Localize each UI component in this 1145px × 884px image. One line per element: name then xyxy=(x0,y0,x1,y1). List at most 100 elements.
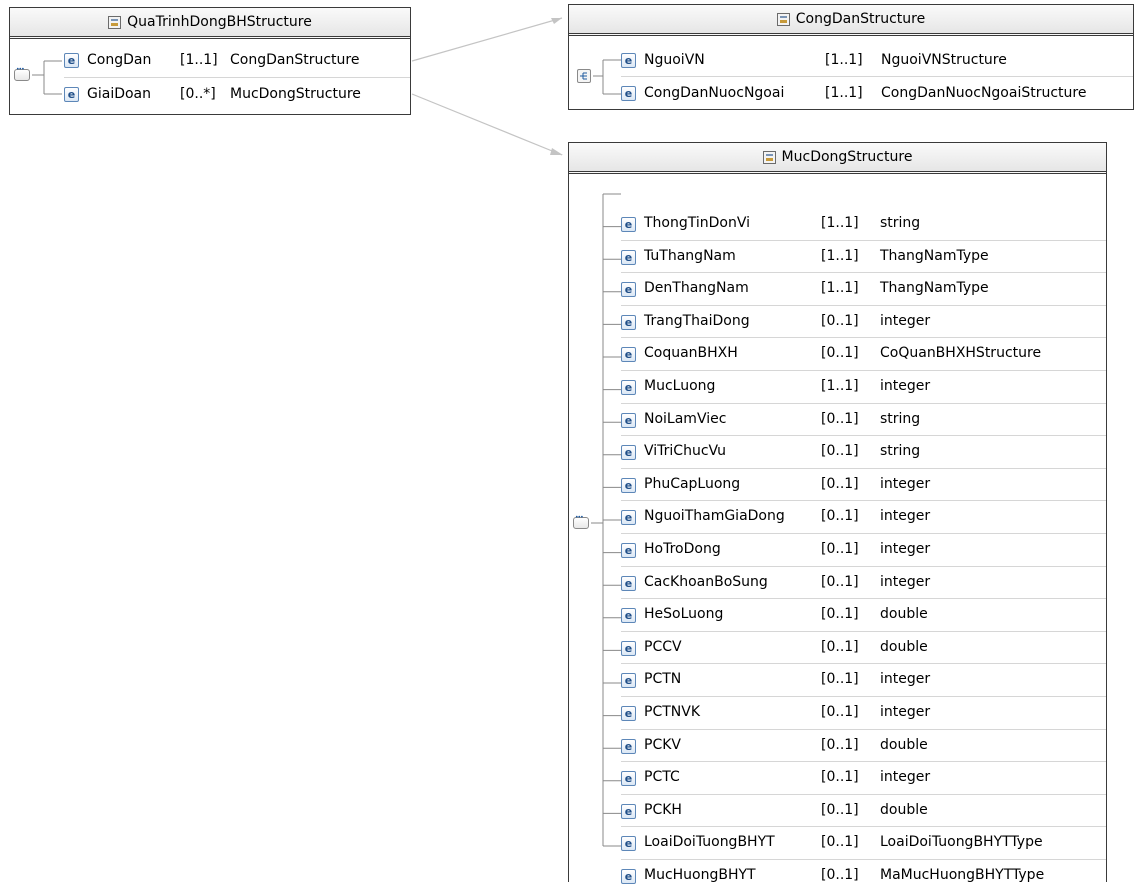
element-cardinality: [0..1] xyxy=(821,312,859,329)
choice-icon[interactable] xyxy=(577,69,591,83)
element-name[interactable]: NguoiThamGiaDong xyxy=(644,508,785,524)
row-divider xyxy=(621,435,1106,437)
element-type: double xyxy=(880,736,928,753)
box-title: CongDanStructure xyxy=(569,5,1133,36)
row-divider xyxy=(621,696,1106,697)
element-cardinality: [0..1] xyxy=(821,443,859,460)
arrow-giaidoan xyxy=(550,148,563,155)
element-type: CongDanStructure xyxy=(230,52,360,68)
link-congdan xyxy=(411,17,563,62)
element-name[interactable]: PCTC xyxy=(644,769,680,785)
qua-trinh-dong-bh-structure-box[interactable]: QuaTrinhDongBHStructure e CongDan [1..1]… xyxy=(9,7,411,115)
sequence-icon[interactable] xyxy=(573,514,589,529)
link-giaidoan xyxy=(411,93,563,156)
row-divider xyxy=(621,467,1106,469)
row-divider xyxy=(621,402,1106,404)
element-type: integer xyxy=(880,704,931,720)
element-cardinality: [0..1] xyxy=(821,573,859,590)
element-type: MucDongStructure xyxy=(230,86,361,102)
element-cardinality: [1..1] xyxy=(821,247,859,264)
row-divider xyxy=(621,239,1106,241)
element-name[interactable]: PCTN xyxy=(644,671,681,687)
element-cardinality: [1..1] xyxy=(821,215,859,231)
element-type: LoaiDoiTuongBHYTType xyxy=(880,834,1043,851)
element-name[interactable]: PCCV xyxy=(644,639,682,655)
element-name[interactable]: CacKhoanBoSung xyxy=(644,574,768,590)
element-type: integer xyxy=(880,475,931,492)
element-icon: e xyxy=(64,87,79,102)
muc-dong-structure-box[interactable]: MucDongStructure e ThongTinDonVi [1..1] str… xyxy=(568,142,1107,884)
element-type: integer xyxy=(880,573,931,590)
element-name[interactable]: ThongTinDonVi xyxy=(644,215,750,231)
element-name[interactable]: TuThangNam xyxy=(644,248,736,264)
row-divider xyxy=(621,826,1106,828)
element-type: double xyxy=(880,801,928,818)
element-name[interactable]: CongDan xyxy=(87,52,151,68)
element-cardinality: [1..1] xyxy=(825,85,863,101)
element-type: string xyxy=(880,410,921,427)
row-divider xyxy=(621,370,1106,371)
element-name[interactable]: MucHuongBHYT xyxy=(644,867,756,883)
element-cardinality: [0..1] xyxy=(821,345,859,362)
element-type: integer xyxy=(880,312,931,329)
element-name[interactable]: LoaiDoiTuongBHYT xyxy=(644,834,775,850)
element-type: double xyxy=(880,606,928,623)
element-cardinality: [1..1] xyxy=(821,378,859,394)
structure-title: MucDongStructure xyxy=(781,149,913,165)
complex-type-icon xyxy=(762,150,776,164)
choice-glyph xyxy=(580,72,587,80)
element-cardinality: [0..1] xyxy=(821,410,859,427)
element-type: ThangNamType xyxy=(880,247,989,264)
box-title: MucDongStructure xyxy=(569,143,1106,174)
element-icon: e xyxy=(64,53,79,68)
row-divider xyxy=(621,793,1106,795)
box-title: QuaTrinhDongBHStructure xyxy=(10,8,410,39)
element-name[interactable]: DenThangNam xyxy=(644,280,749,296)
element-cardinality: [0..1] xyxy=(821,834,859,851)
element-name[interactable]: TrangThaiDong xyxy=(644,313,750,329)
complex-type-icon xyxy=(776,12,790,26)
element-icon: e xyxy=(621,86,636,101)
cong-dan-structure-box[interactable]: CongDanStructure e NguoiVN [1..1] NguoiV… xyxy=(568,4,1134,110)
element-cardinality: [1..1] xyxy=(180,52,218,68)
tree-lines xyxy=(591,193,621,847)
element-name[interactable]: NoiLamViec xyxy=(644,411,726,427)
element-name[interactable]: CongDanNuocNgoai xyxy=(644,85,784,101)
element-name[interactable]: PCTNVK xyxy=(644,704,700,720)
element-name[interactable]: MucLuong xyxy=(644,378,715,394)
element-cardinality: [0..1] xyxy=(821,867,859,883)
row-divider xyxy=(621,304,1106,306)
element-name[interactable]: HeSoLuong xyxy=(644,606,723,622)
element-type: integer xyxy=(880,541,931,557)
element-type: ThangNamType xyxy=(880,280,989,297)
row-divider xyxy=(621,272,1106,274)
element-type: string xyxy=(880,443,921,460)
row-divider xyxy=(64,77,410,78)
element-cardinality: [0..1] xyxy=(821,736,859,753)
row-divider xyxy=(621,728,1106,730)
row-divider xyxy=(621,859,1106,860)
structure-title: CongDanStructure xyxy=(795,11,926,27)
row-divider xyxy=(621,630,1106,632)
element-cardinality: [0..1] xyxy=(821,704,859,720)
element-name[interactable]: GiaiDoan xyxy=(87,86,151,102)
element-name[interactable]: PCKV xyxy=(644,737,681,753)
element-icon: e xyxy=(621,53,636,68)
element-type: CoQuanBHXHStructure xyxy=(880,345,1042,362)
sequence-icon[interactable] xyxy=(14,66,30,81)
element-cardinality: [0..1] xyxy=(821,606,859,623)
row-divider xyxy=(621,500,1106,502)
element-type: integer xyxy=(880,508,931,525)
element-name[interactable]: PCKH xyxy=(644,802,682,818)
element-name[interactable]: NguoiVN xyxy=(644,52,705,68)
element-type: string xyxy=(880,215,921,231)
element-cardinality: [0..1] xyxy=(821,508,859,525)
row-divider xyxy=(621,598,1106,600)
element-name[interactable]: ViTriChucVu xyxy=(644,443,726,459)
row-divider xyxy=(621,533,1106,534)
element-cardinality: [0..1] xyxy=(821,671,859,688)
element-cardinality: [0..1] xyxy=(821,801,859,818)
element-name[interactable]: HoTroDong xyxy=(644,541,721,557)
element-name[interactable]: CoquanBHXH xyxy=(644,345,738,361)
element-name[interactable]: PhuCapLuong xyxy=(644,476,740,492)
